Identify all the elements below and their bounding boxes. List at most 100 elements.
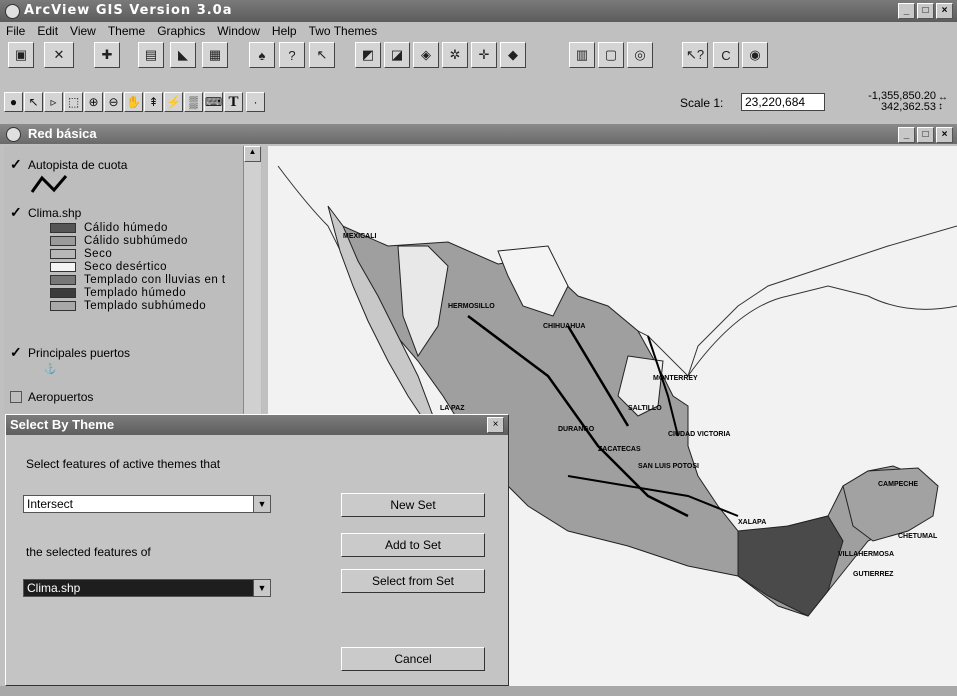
theme-props-icon[interactable]: ▤ (138, 42, 164, 68)
theme-puertos[interactable]: ✓ Principales puertos (10, 345, 131, 360)
save-icon[interactable]: ▣ (8, 42, 34, 68)
maximize-button[interactable]: □ (917, 3, 934, 19)
view-title: Red básica (28, 126, 97, 141)
window-controls: _ □ × (898, 3, 953, 19)
cancel-button[interactable]: Cancel (341, 647, 485, 671)
scroll-up-icon[interactable]: ▲ (244, 146, 261, 162)
city-label: ZACATECAS (598, 446, 641, 453)
legend-item: Cálido subhúmedo (50, 234, 188, 247)
city-label: SAN LUIS POTOSI (638, 463, 699, 470)
legend-swatch (50, 274, 76, 285)
checkbox-checked-icon[interactable]: ✓ (10, 157, 22, 171)
view-maximize-button[interactable]: □ (917, 127, 934, 143)
theme-label: Clima.shp (28, 206, 82, 220)
select-from-set-button[interactable]: Select from Set (341, 569, 485, 593)
add-theme-icon[interactable]: ✚ (94, 42, 120, 68)
table-of-contents: ✓ Autopista de cuota ✓ Clima.shp Cálido … (4, 146, 262, 416)
menu-graphics[interactable]: Graphics (157, 22, 205, 40)
view-minimize-button[interactable]: _ (898, 127, 915, 143)
scale-input[interactable]: 23,220,684 (741, 93, 825, 111)
select-icon[interactable]: ↖ (309, 42, 335, 68)
hotlink-icon[interactable]: ↖? (682, 42, 708, 68)
city-label: MEXICALI (343, 233, 377, 240)
layout-icon[interactable]: ▥ (569, 42, 595, 68)
find-icon[interactable]: ♠ (249, 42, 275, 68)
zoom-extent-icon[interactable]: ◩ (355, 42, 381, 68)
draw-tool-icon[interactable]: · (246, 92, 265, 112)
pointer-tool-icon[interactable]: ↖ (24, 92, 43, 112)
theme-label: Autopista de cuota (28, 158, 128, 172)
menu-theme[interactable]: Theme (108, 22, 145, 40)
checkbox-unchecked-icon[interactable] (10, 391, 22, 403)
legend-swatch (50, 261, 76, 272)
city-label: CHETUMAL (898, 533, 938, 540)
legend-swatch (50, 235, 76, 246)
text-tool-icon[interactable]: T (224, 92, 243, 112)
label-tool-icon[interactable]: ⌨ (204, 92, 223, 112)
chart-icon[interactable]: ✕ (44, 42, 74, 68)
toc-scrollbar[interactable]: ▲ (243, 146, 261, 416)
menu-window[interactable]: Window (217, 22, 260, 40)
c-icon[interactable]: C (713, 42, 739, 68)
view-close-button[interactable]: × (936, 127, 953, 143)
zoom-out-icon[interactable]: ✛ (471, 42, 497, 68)
theme-label: Aeropuertos (28, 390, 94, 404)
menu-two-themes[interactable]: Two Themes (309, 22, 377, 40)
city-label: CIUDAD VICTORIA (668, 431, 730, 438)
city-label: GUTIERREZ (853, 571, 894, 578)
area-tool-icon[interactable]: ▒ (184, 92, 203, 112)
theme-autopista[interactable]: ✓ Autopista de cuota (10, 157, 128, 172)
menu-view[interactable]: View (70, 22, 96, 40)
checkbox-checked-icon[interactable]: ✓ (10, 205, 22, 219)
close-button[interactable]: × (936, 3, 953, 19)
minimize-button[interactable]: _ (898, 3, 915, 19)
info-tool-icon[interactable]: ● (4, 92, 23, 112)
coordinate-arrows-icon: ↔ ↕ (938, 92, 948, 112)
app-icon[interactable] (5, 4, 20, 19)
new-set-button[interactable]: New Set (341, 493, 485, 517)
dialog-close-icon[interactable]: × (487, 417, 504, 433)
menu-edit[interactable]: Edit (37, 22, 58, 40)
table-icon[interactable]: ▦ (202, 42, 228, 68)
menu-file[interactable]: File (6, 22, 25, 40)
theme-clima[interactable]: ✓ Clima.shp (10, 205, 82, 220)
legend-label: Cálido subhúmedo (84, 234, 188, 247)
theme-select[interactable]: Clima.shp ▼ (23, 579, 271, 597)
chevron-down-icon[interactable]: ▼ (253, 496, 270, 512)
view-titlebar: Red básica _ □ × (0, 124, 957, 144)
zoom-in-tool-icon[interactable]: ⊕ (84, 92, 103, 112)
zoom-prev-icon[interactable]: ◆ (500, 42, 526, 68)
relation-select[interactable]: Intersect ▼ (23, 495, 271, 513)
add-to-set-button[interactable]: Add to Set (341, 533, 485, 557)
scale-label: Scale 1: (680, 96, 724, 110)
pan-tool-icon[interactable]: ✋ (124, 92, 143, 112)
city-label: SALTILLO (628, 405, 662, 412)
hotlink-tool-icon[interactable]: ⚡ (164, 92, 183, 112)
vertex-tool-icon[interactable]: ▹ (44, 92, 63, 112)
legend-swatch (50, 300, 76, 311)
locate-icon[interactable]: ◎ (627, 42, 653, 68)
pan-icon[interactable]: ▢ (598, 42, 624, 68)
city-label: HERMOSILLO (448, 303, 495, 310)
legend-swatch (50, 222, 76, 233)
legend-label: Templado húmedo (84, 286, 187, 299)
city-label: XALAPA (738, 519, 766, 526)
checkbox-checked-icon[interactable]: ✓ (10, 345, 22, 359)
target-icon[interactable]: ◉ (742, 42, 768, 68)
legend-item: Templado subhúmedo (50, 299, 207, 312)
zoom-out-tool-icon[interactable]: ⊖ (104, 92, 123, 112)
chevron-down-icon[interactable]: ▼ (253, 580, 270, 596)
zoom-theme-icon[interactable]: ◪ (384, 42, 410, 68)
zoom-selected-icon[interactable]: ◈ (413, 42, 439, 68)
legend-label: Templado subhúmedo (84, 299, 207, 312)
theme-label: Principales puertos (28, 346, 131, 360)
measure-tool-icon[interactable]: ⇞ (144, 92, 163, 112)
help-query-icon[interactable]: ? (279, 42, 305, 68)
menu-help[interactable]: Help (272, 22, 297, 40)
zoom-in-icon[interactable]: ✲ (442, 42, 468, 68)
legend-item: Templado húmedo (50, 286, 187, 299)
theme-aeropuertos[interactable]: Aeropuertos (10, 390, 93, 404)
edit-legend-icon[interactable]: ◣ (170, 42, 196, 68)
select-feature-tool-icon[interactable]: ⬚ (64, 92, 83, 112)
city-label: MONTERREY (653, 375, 698, 382)
